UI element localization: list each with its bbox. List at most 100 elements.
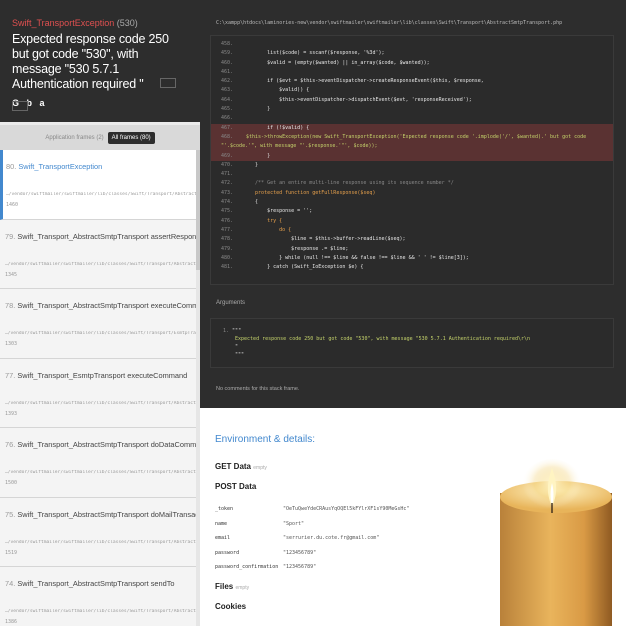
frame-title: Swift_TransportException [18,162,103,171]
frame-file: …/vendor/swiftmailer/swiftmailer/lib/cla… [5,609,196,614]
code-text: { [243,199,259,206]
code-line: 466. [211,114,613,123]
arg-open-quote: """ [232,328,242,334]
post-row: _token "OeTuQweYdeCRAusYqOQEl5kFYlrXF1sY9… [215,506,409,512]
arguments-box: 1. """ Expected response code 250 but go… [210,318,614,368]
application-frames-button[interactable]: Application frames (2) [45,135,103,141]
code-line: 481. } catch (Swift_IoException $e) { [211,263,613,272]
code-text: $valid)) { [243,87,310,94]
clipboard-icon[interactable] [12,101,28,111]
code-line: 461. [211,68,613,77]
exception-code: (530) [116,18,138,28]
line-number: 468. [221,133,234,140]
arg-mid-quote: " [235,344,239,350]
arg-mid-row: " [223,343,613,351]
frame-title: Swift_Transport_AbstractSmtpTransport as… [17,231,196,241]
frame-index: 77. [5,370,16,380]
arg-close-row: """ [223,351,613,359]
code-line: 464. $this->eventDispatcher->dispatchEve… [211,96,613,105]
code-text: $response = ''; [243,208,313,215]
code-line: 463. $valid)) { [211,86,613,95]
frame-title-row: 74. Swift_Transport_AbstractSmtpTranspor… [5,579,196,588]
line-number: 474. [221,199,234,206]
frame-item[interactable]: 77. Swift_Transport_EsmtpTransport execu… [0,358,196,428]
line-number: 460. [221,59,234,66]
exception-header: Swift_TransportException (530) Expected … [0,0,200,122]
post-row: password "123456789" [215,550,316,556]
frame-item[interactable]: 74. Swift_Transport_AbstractSmtpTranspor… [0,567,196,626]
code-line: 478. $line = $this->buffer->readLine($se… [211,235,613,244]
frame-file: …/vendor/swiftmailer/swiftmailer/lib/cla… [5,331,196,336]
line-number: 458. [221,41,234,47]
frame-file: …/vendor/swiftmailer/swiftmailer/lib/cla… [5,400,196,406]
files-empty: empty [235,585,250,591]
arg-text-row: Expected response code 250 but got code … [223,335,613,343]
code-line: 471. [211,170,613,179]
line-number: 481. [221,264,234,271]
frame-index: 80. [6,162,17,171]
code-text: } while (null !== $line && false !== $li… [243,254,469,261]
frame-index: 75. [5,509,16,519]
code-line: 460. $valid = (empty($wanted) || in_arra… [211,59,613,68]
code-text: protected function getFullResponse($seq) [243,189,376,196]
post-key: password_confirmation [215,564,279,570]
exception-class[interactable]: Swift_TransportException [12,18,114,28]
exception-class-line: Swift_TransportException (530) [12,18,188,28]
stackoverflow-search-icon[interactable]: a [40,98,45,108]
line-number: 472. [221,180,234,187]
code-text: $line = $this->buffer->readLine($seq); [243,236,406,243]
arg-number: 1. [223,328,230,334]
code-text: list($code) = sscanf($response, '%3d'); [243,50,385,57]
code-line: 472. /** Get an entire multi-line respon… [211,179,613,188]
frame-line: 1500 [5,480,18,486]
frame-item[interactable]: 80. Swift_TransportException …/vendor/sw… [0,150,196,220]
copy-button[interactable] [160,78,176,88]
line-number: 467. [221,124,234,131]
frame-item[interactable]: 78. Swift_Transport_AbstractSmtpTranspor… [0,289,196,359]
post-value: "123456789" [283,564,317,570]
line-number: 479. [221,245,234,252]
details-panel: C:\xampp\htdocs\laminories-new\vendor\sw… [200,0,626,626]
post-row: password_confirmation "123456789" [215,564,316,570]
line-number: 459. [221,50,234,57]
candle-image [500,459,612,626]
all-frames-button[interactable]: All frames (80) [107,132,155,144]
frame-title-row: 78. Swift_Transport_AbstractSmtpTranspor… [5,301,196,310]
line-number: 475. [221,208,234,215]
frame-line: 1393 [5,410,18,417]
line-number: 480. [221,254,234,261]
get-data-empty: empty [253,465,267,471]
post-data-heading: POST Data [215,482,257,491]
environment-title: Environment & details: [215,434,316,445]
frame-title: Swift_Transport_EsmtpTransport executeCo… [17,370,188,380]
frames-list: 80. Swift_TransportException …/vendor/sw… [0,150,196,626]
code-text: if (!$valid) { [243,124,310,131]
frame-item[interactable]: 76. Swift_Transport_AbstractSmtpTranspor… [0,428,196,498]
get-data-label: GET Data [215,462,252,471]
frame-file: …/vendor/swiftmailer/swiftmailer/lib/cla… [5,539,196,545]
line-number: 473. [221,189,234,196]
frame-line: 1345 [5,271,18,278]
line-number: 476. [221,217,234,224]
stack-panel: Swift_TransportException (530) Expected … [0,0,200,626]
post-key: name [215,521,228,527]
code-line: 475. $response = ''; [211,207,613,216]
line-number: 461. [221,68,234,75]
post-row: name "Sport" [215,521,304,527]
code-text: } catch (Swift_IoException $e) { [243,264,364,271]
code-text: if ($evt = $this->eventDispatcher->creat… [243,78,484,85]
code-line: 458. [211,40,613,49]
files-label: Files [215,582,234,591]
code-line: 470. } [211,161,613,170]
post-key: email [215,535,231,541]
frame-item[interactable]: 79. Swift_Transport_AbstractSmtpTranspor… [0,219,196,289]
frame-item[interactable]: 75. Swift_Transport_AbstractSmtpTranspor… [0,497,196,567]
frame-title-row: 79. Swift_Transport_AbstractSmtpTranspor… [5,232,196,241]
code-text: $this->throwException(new Swift_Transpor… [221,133,587,150]
comments-text: No comments for this stack frame. [216,386,300,392]
post-key: _token [215,506,234,512]
frame-index: 79. [5,231,16,241]
file-path[interactable]: C:\xampp\htdocs\laminories-new\vendor\sw… [216,20,562,26]
frame-index: 78. [5,301,16,310]
code-line: 477. do { [211,226,613,235]
